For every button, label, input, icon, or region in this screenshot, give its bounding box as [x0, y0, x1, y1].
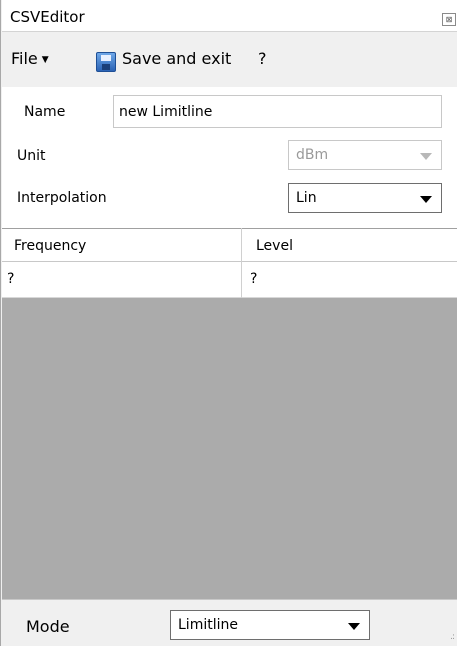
- grid-header: Frequency Level: [2, 228, 457, 262]
- mode-select-value: Limitline: [178, 617, 238, 633]
- resize-grip-icon[interactable]: .:: [450, 632, 455, 642]
- title-bar: CSVEditor ⊠: [2, 0, 457, 32]
- table-row[interactable]: ? ?: [2, 262, 457, 298]
- menu-bar: File ▼ Save and exit ?: [2, 33, 457, 87]
- mode-label: Mode: [26, 617, 70, 636]
- save-icon[interactable]: [96, 52, 116, 72]
- interpolation-select-value: Lin: [296, 190, 317, 206]
- unit-select: dBm: [288, 140, 442, 170]
- properties-form: Name Unit dBm Interpolation Lin: [2, 87, 457, 228]
- column-header-level[interactable]: Level: [256, 238, 293, 254]
- interpolation-select[interactable]: Lin: [288, 183, 442, 213]
- name-input[interactable]: [113, 95, 442, 128]
- save-and-exit-button[interactable]: Save and exit: [122, 49, 231, 68]
- unit-label: Unit: [17, 148, 46, 164]
- chevron-down-icon: ▼: [41, 55, 49, 65]
- chevron-down-icon: [348, 623, 360, 630]
- chevron-down-icon: [420, 153, 432, 160]
- name-label: Name: [24, 104, 66, 120]
- cell-level[interactable]: ?: [250, 271, 257, 287]
- mode-select[interactable]: Limitline: [170, 610, 370, 640]
- column-divider[interactable]: [241, 228, 242, 298]
- file-menu-label: File: [11, 49, 38, 68]
- csv-editor-window: CSVEditor ⊠ File▼ Save and exit ? Name U…: [0, 0, 457, 646]
- cell-frequency[interactable]: ?: [7, 271, 14, 287]
- chevron-down-icon: [420, 196, 432, 203]
- unit-select-value: dBm: [296, 147, 329, 163]
- bottom-bar: Mode Limitline .:: [2, 599, 457, 646]
- help-button[interactable]: ?: [258, 49, 267, 68]
- interpolation-label: Interpolation: [17, 190, 107, 206]
- close-icon[interactable]: ⊠: [442, 13, 456, 26]
- data-grid[interactable]: Frequency Level ? ?: [2, 228, 457, 599]
- window-title: CSVEditor: [10, 8, 85, 26]
- column-header-frequency[interactable]: Frequency: [14, 238, 86, 254]
- file-menu[interactable]: File ▼: [11, 49, 49, 68]
